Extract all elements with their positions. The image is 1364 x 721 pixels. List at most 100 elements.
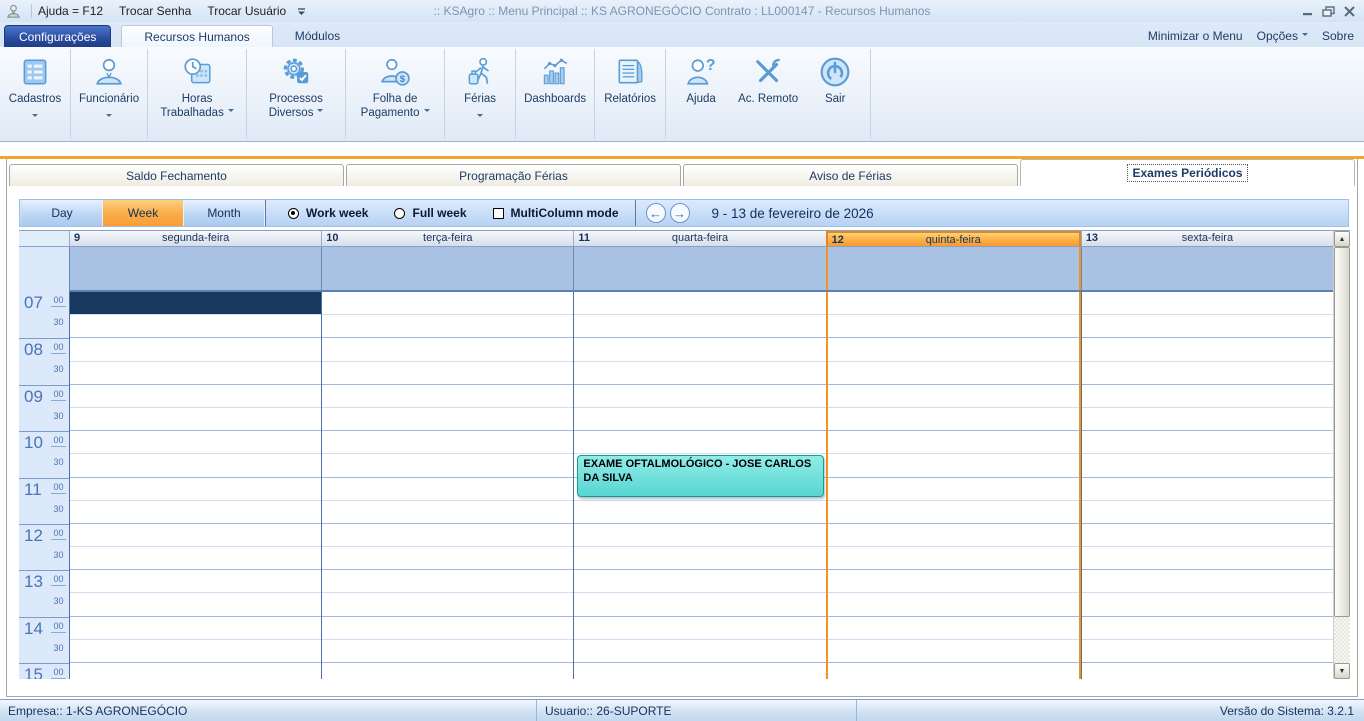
time-ruler-hour: 080030 (19, 338, 69, 384)
day-header-quarta-feira[interactable]: 11quarta-feira (573, 231, 825, 246)
day-header-sexta-feira[interactable]: 13sexta-feira (1081, 231, 1333, 246)
allday-cell-segunda-feira[interactable] (69, 247, 321, 290)
minimize-button[interactable] (1301, 6, 1314, 17)
acesso-remoto-button[interactable]: Ac. Remoto (733, 49, 803, 139)
allday-cell-sexta-feira[interactable] (1081, 247, 1333, 290)
vertical-scrollbar[interactable]: ▲ ▼ (1333, 231, 1350, 679)
dropdown-arrow-icon (32, 107, 38, 116)
chart-icon (539, 54, 571, 90)
radio-icon (394, 208, 405, 219)
scrollbar-track[interactable] (1334, 617, 1350, 663)
day-header-row: 9segunda-feira10terça-feira11quarta-feir… (69, 231, 1333, 247)
sobre-link[interactable]: Sobre (1322, 29, 1354, 43)
restore-button[interactable] (1322, 6, 1335, 17)
radio-icon (288, 208, 299, 219)
day-column-quinta-feira[interactable] (826, 292, 1081, 679)
day-column-sexta-feira[interactable] (1081, 292, 1333, 679)
gear-check-icon (280, 54, 312, 90)
menu-trocar-senha[interactable]: Trocar Senha (119, 4, 191, 18)
tab-configuracoes[interactable]: Configurações (4, 25, 111, 47)
next-week-button[interactable]: → (670, 203, 690, 223)
dropdown-arrow-icon (477, 107, 483, 116)
sair-button[interactable]: Sair (803, 49, 867, 139)
dropdown-arrow-icon (106, 107, 112, 116)
full-week-radio[interactable]: Full week (394, 206, 466, 220)
week-view-button[interactable]: Week (103, 200, 184, 226)
time-ruler-hour: 130030 (19, 570, 69, 616)
allday-ruler-spacer (19, 247, 69, 292)
person-money-icon: $ (379, 54, 411, 90)
cadastros-button[interactable]: Cadastros (3, 49, 67, 139)
time-ruler-hour: 110030 (19, 478, 69, 524)
time-ruler-hour: 090030 (19, 385, 69, 431)
calendar-event[interactable]: EXAME OFTALMOLÓGICO - JOSE CARLOS DA SIL… (577, 455, 823, 496)
dashboards-button[interactable]: Dashboards (519, 49, 591, 139)
date-range-label: 9 - 13 de fevereiro de 2026 (712, 206, 874, 221)
tab-programacao-ferias[interactable]: Programação Férias (346, 164, 681, 186)
person-question-icon: ? (685, 54, 717, 90)
scroll-down-button[interactable]: ▼ (1334, 663, 1350, 679)
time-ruler-hour: 100030 (19, 431, 69, 477)
funcionario-button[interactable]: Funcionário (74, 49, 144, 139)
day-header-quinta-feira[interactable]: 12quinta-feira (826, 231, 1081, 246)
day-view-button[interactable]: Day (22, 200, 103, 226)
day-header-segunda-feira[interactable]: 9segunda-feira (69, 231, 321, 246)
tab-modulos[interactable]: Módulos (273, 25, 362, 47)
tab-exames-periodicos[interactable]: Exames Periódicos (1020, 159, 1355, 186)
ribbon: Cadastros Funcionário Horas Trabalhadas … (0, 47, 1364, 142)
report-icon (614, 54, 646, 90)
time-ruler-hour: 150030 (19, 663, 69, 679)
day-column-quarta-feira[interactable]: EXAME OFTALMOLÓGICO - JOSE CARLOS DA SIL… (573, 292, 825, 679)
allday-cell-quarta-feira[interactable] (573, 247, 825, 290)
checkbox-icon (493, 208, 504, 219)
page-tab-strip: Saldo Fechamento Programação Férias Avis… (8, 159, 1356, 186)
divider (265, 200, 266, 226)
svg-text:$: $ (400, 74, 406, 85)
prev-week-button[interactable]: ← (646, 203, 666, 223)
minimizar-menu-link[interactable]: Minimizar o Menu (1148, 29, 1243, 43)
divider (31, 4, 32, 18)
selected-timeslot[interactable] (70, 292, 321, 314)
close-button[interactable] (1343, 6, 1356, 17)
opcoes-menu[interactable]: Opções (1257, 29, 1308, 43)
divider (635, 200, 636, 226)
ajuda-button[interactable]: ? Ajuda (669, 49, 733, 139)
folha-pagamento-button[interactable]: $ Folha de Pagamento (349, 49, 441, 139)
menu-trocar-usuario[interactable]: Trocar Usuário (207, 4, 286, 18)
clock-calendar-icon (180, 54, 214, 90)
multicolumn-checkbox[interactable]: MultiColumn mode (493, 206, 619, 220)
allday-cell-terça-feira[interactable] (321, 247, 573, 290)
day-header-terça-feira[interactable]: 10terça-feira (321, 231, 573, 246)
form-list-icon (19, 54, 51, 90)
toolbar-overflow-icon[interactable] (296, 7, 307, 16)
calendar-corner (19, 231, 69, 247)
month-view-button[interactable]: Month (184, 200, 265, 226)
tab-aviso-de-ferias[interactable]: Aviso de Férias (683, 164, 1018, 186)
menu-ajuda-f12[interactable]: Ajuda = F12 (38, 4, 103, 18)
ribbon-tab-strip: Configurações Recursos Humanos Módulos M… (0, 22, 1364, 47)
allday-cell-quinta-feira[interactable] (826, 247, 1081, 290)
ferias-button[interactable]: Férias (448, 49, 512, 139)
allday-row (69, 247, 1333, 292)
tab-recursos-humanos[interactable]: Recursos Humanos (121, 25, 272, 47)
time-grid: EXAME OFTALMOLÓGICO - JOSE CARLOS DA SIL… (69, 292, 1333, 679)
time-ruler-hour: 070030 (19, 292, 69, 338)
app-logo-icon (6, 4, 21, 19)
title-bar: Ajuda = F12 Trocar Senha Trocar Usuário … (0, 0, 1364, 22)
time-ruler: 0700300800300900301000301100301200301300… (19, 292, 69, 679)
work-week-radio[interactable]: Work week (288, 206, 368, 220)
scroll-up-button[interactable]: ▲ (1334, 231, 1350, 247)
tab-saldo-fechamento[interactable]: Saldo Fechamento (9, 164, 344, 186)
week-calendar: 9segunda-feira10terça-feira11quarta-feir… (19, 230, 1350, 679)
scrollbar-thumb[interactable] (1334, 247, 1350, 617)
horas-trabalhadas-button[interactable]: Horas Trabalhadas (151, 49, 243, 139)
time-ruler-hour: 140030 (19, 617, 69, 663)
status-versao: Versão do Sistema: 3.2.1 (1220, 704, 1364, 718)
person-icon (93, 54, 125, 90)
processos-diversos-button[interactable]: Processos Diversos (250, 49, 342, 139)
relatorios-button[interactable]: Relatórios (598, 49, 662, 139)
day-column-segunda-feira[interactable] (69, 292, 321, 679)
day-column-terça-feira[interactable] (321, 292, 573, 679)
traveler-icon (464, 54, 496, 90)
time-ruler-hour: 120030 (19, 524, 69, 570)
